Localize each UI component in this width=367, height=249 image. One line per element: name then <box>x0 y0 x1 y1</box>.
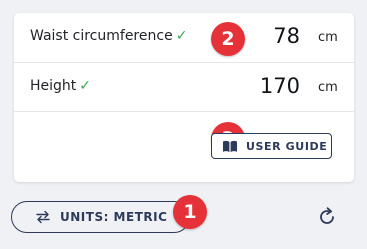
step-badge-2: 2 <box>211 22 245 56</box>
user-guide-label: USER GUIDE <box>246 139 328 153</box>
waist-unit: cm <box>318 30 338 45</box>
row-divider <box>14 111 354 112</box>
height-value[interactable]: 170 <box>260 74 300 98</box>
height-label: Height ✓ <box>30 78 91 94</box>
height-unit: cm <box>318 80 338 95</box>
waist-label-text: Waist circumference <box>30 28 173 44</box>
check-icon: ✓ <box>175 28 188 44</box>
user-guide-button[interactable]: USER GUIDE <box>211 133 332 159</box>
swap-arrows-icon <box>36 210 50 224</box>
waist-value[interactable]: 78 <box>273 24 300 48</box>
book-icon <box>223 140 237 152</box>
refresh-icon[interactable] <box>316 206 338 228</box>
measurements-card: Waist circumference✓ 2 78 cm Height✓ 3 1… <box>14 13 354 182</box>
step-badge-1: 1 <box>173 195 207 229</box>
units-label: UNITS: METRIC <box>60 210 168 224</box>
units-toggle-button[interactable]: UNITS: METRIC <box>11 201 190 233</box>
waist-row[interactable]: Waist circumference ✓ 2 78 cm <box>14 13 354 62</box>
height-label-text: Height <box>30 78 77 94</box>
check-icon: ✓ <box>79 78 92 94</box>
waist-label: Waist circumference ✓ <box>30 28 187 44</box>
height-row[interactable]: Height✓ 3 170 cm <box>14 63 354 156</box>
